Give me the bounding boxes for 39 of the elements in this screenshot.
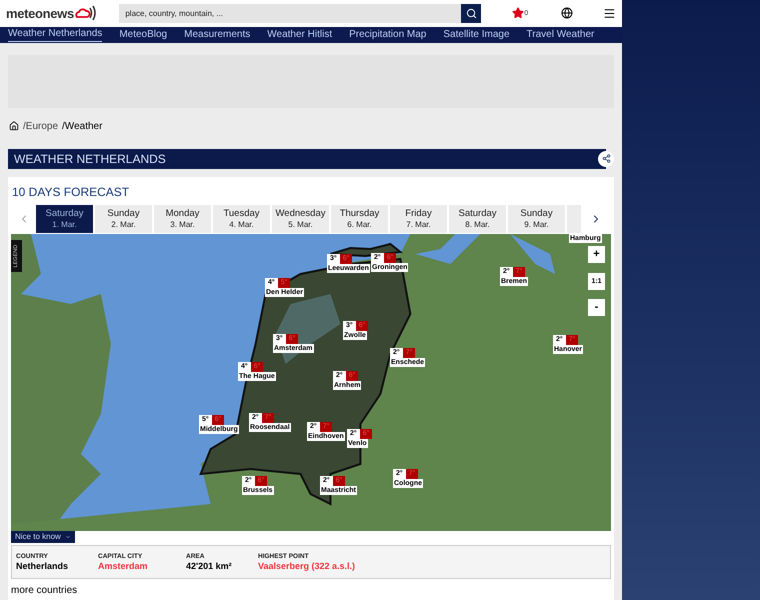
section-title: 10 DAYS FORECAST (11, 185, 130, 199)
nav-link[interactable]: Weather Netherlands (8, 27, 102, 42)
nav-link[interactable]: MeteoBlog (119, 28, 168, 42)
nav-link[interactable]: Measurements (184, 28, 250, 42)
day-tab[interactable]: Saturday 1. Mar. (36, 205, 93, 233)
day-tab[interactable]: Thursday 6. Mar. (331, 205, 388, 233)
share-button[interactable] (598, 150, 614, 167)
cloud-signal-icon (74, 5, 98, 22)
day-tab[interactable]: Friday 7. Mar. (390, 205, 447, 233)
zoom-in-button[interactable]: + (588, 246, 605, 263)
chevron-down-icon (64, 534, 71, 540)
page-title: WEATHER NETHERLANDS (8, 148, 606, 169)
day-tab[interactable]: Sunday 2. Mar. (95, 205, 152, 233)
breadcrumb-link[interactable]: /Weather (62, 118, 102, 134)
day-tab[interactable]: Sunday 9. Mar. (508, 205, 565, 233)
logo[interactable]: meteonews (6, 4, 74, 24)
language-icon[interactable] (561, 7, 574, 20)
nav-link[interactable]: Satellite Image (443, 28, 510, 42)
search-icon (466, 8, 477, 19)
breadcrumb-link[interactable]: /Europe (23, 118, 58, 134)
fact-link[interactable]: Vaalserberg (322 a.s.l.) (258, 561, 408, 572)
day-tab[interactable]: Wednesday 5. Mar. (272, 205, 329, 233)
more-countries-link[interactable]: more countries (11, 585, 611, 597)
nice-to-know-tab[interactable]: Nice to know (11, 531, 75, 543)
menu-icon[interactable] (603, 6, 616, 20)
day-tab[interactable]: Tuesday 4. Mar. (213, 205, 270, 233)
search-button[interactable] (461, 4, 482, 23)
share-icon (602, 154, 610, 164)
nav-link[interactable]: Travel Weather (526, 28, 594, 42)
fact-value: Netherlands (16, 561, 70, 572)
fact-value: 42'201 km² (186, 561, 233, 572)
home-icon[interactable] (9, 121, 19, 132)
search-field[interactable]: place, country, mountain, ... (119, 4, 462, 23)
fact-link[interactable]: Amsterdam (98, 561, 186, 572)
nav-link[interactable]: Weather Hitlist (267, 28, 332, 42)
nav-link[interactable]: Precipitation Map (349, 28, 426, 42)
day-tab[interactable]: Saturday 8. Mar. (449, 205, 506, 233)
day-tab[interactable]: Monday 3. Mar. (154, 205, 211, 233)
zoom-out-button[interactable]: - (588, 299, 605, 316)
